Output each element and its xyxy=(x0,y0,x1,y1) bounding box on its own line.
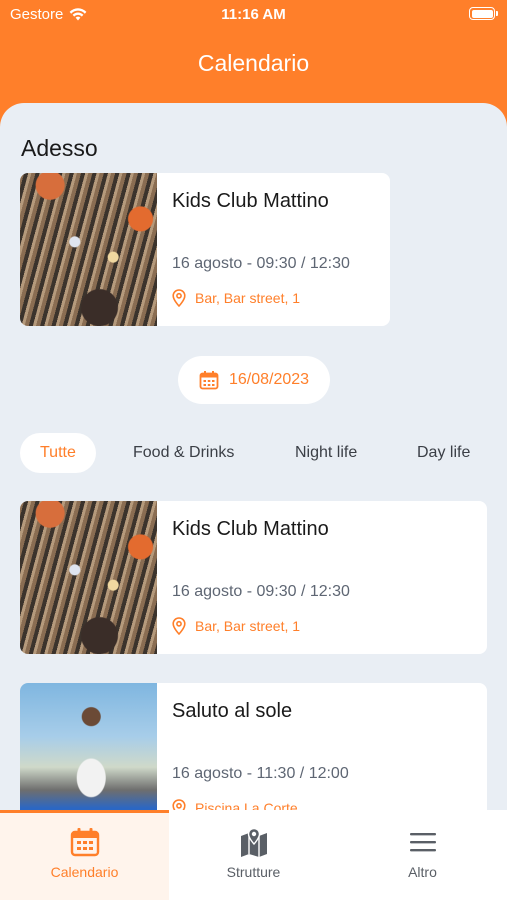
status-time: 11:16 AM xyxy=(221,6,286,23)
event-card-now[interactable]: Kids Club Mattino 16 agosto - 09:30 / 12… xyxy=(20,173,390,326)
event-title: Kids Club Mattino xyxy=(172,518,329,540)
event-date: 16 agosto - 09:30 / 12:30 xyxy=(172,255,350,272)
event-date: 16 agosto - 09:30 / 12:30 xyxy=(172,583,350,600)
event-location-text: Bar, Bar street, 1 xyxy=(195,618,301,634)
event-title: Saluto al sole xyxy=(172,700,293,722)
calendar-icon xyxy=(70,828,100,857)
event-card[interactable]: Kids Club Mattino 16 agosto - 09:30 / 12… xyxy=(20,501,487,654)
status-bar: Gestore 11:16 AM xyxy=(0,0,507,30)
date-picker-button[interactable]: 16/08/2023 xyxy=(178,356,330,404)
calendar-icon xyxy=(199,371,219,390)
event-location: Piscina La Corte xyxy=(172,799,298,810)
event-location: Bar, Bar street, 1 xyxy=(172,289,300,307)
event-card[interactable]: Saluto al sole 16 agosto - 11:30 / 12:00… xyxy=(20,683,487,810)
location-pin-icon xyxy=(172,289,186,307)
event-location: Bar, Bar street, 1 xyxy=(172,617,300,635)
event-image xyxy=(20,501,157,654)
main-content[interactable]: Adesso Kids Club Mattino 16 agosto - 09:… xyxy=(0,103,507,810)
tab-label: Calendario xyxy=(50,864,119,880)
filter-food-drinks[interactable]: Food & Drinks xyxy=(133,433,234,473)
event-image xyxy=(20,683,157,810)
event-location-text: Piscina La Corte xyxy=(195,800,298,810)
selected-date: 16/08/2023 xyxy=(228,371,310,388)
event-date: 16 agosto - 11:30 / 12:00 xyxy=(172,765,349,782)
battery-icon xyxy=(469,7,498,20)
location-pin-icon xyxy=(172,799,186,810)
filter-bar: Tutte Food & Drinks Night life Day life xyxy=(20,433,507,473)
tab-altro[interactable]: Altro xyxy=(338,810,507,900)
event-title: Kids Club Mattino xyxy=(172,190,329,212)
tab-label: Strutture xyxy=(226,864,281,880)
tab-strutture[interactable]: Strutture xyxy=(169,810,338,900)
tab-bar: Calendario Strutture Altro xyxy=(0,810,507,900)
event-image xyxy=(20,173,157,326)
section-title-now: Adesso xyxy=(21,135,98,161)
location-pin-icon xyxy=(172,617,186,635)
page-title: Calendario xyxy=(197,50,310,76)
map-icon xyxy=(241,827,267,857)
filter-day-life[interactable]: Day life xyxy=(417,433,470,473)
tab-label: Altro xyxy=(408,864,437,880)
tab-calendario[interactable]: Calendario xyxy=(0,810,169,900)
filter-night-life[interactable]: Night life xyxy=(295,433,357,473)
event-location-text: Bar, Bar street, 1 xyxy=(195,290,301,306)
menu-icon xyxy=(410,833,436,852)
filter-tutte[interactable]: Tutte xyxy=(20,433,96,473)
